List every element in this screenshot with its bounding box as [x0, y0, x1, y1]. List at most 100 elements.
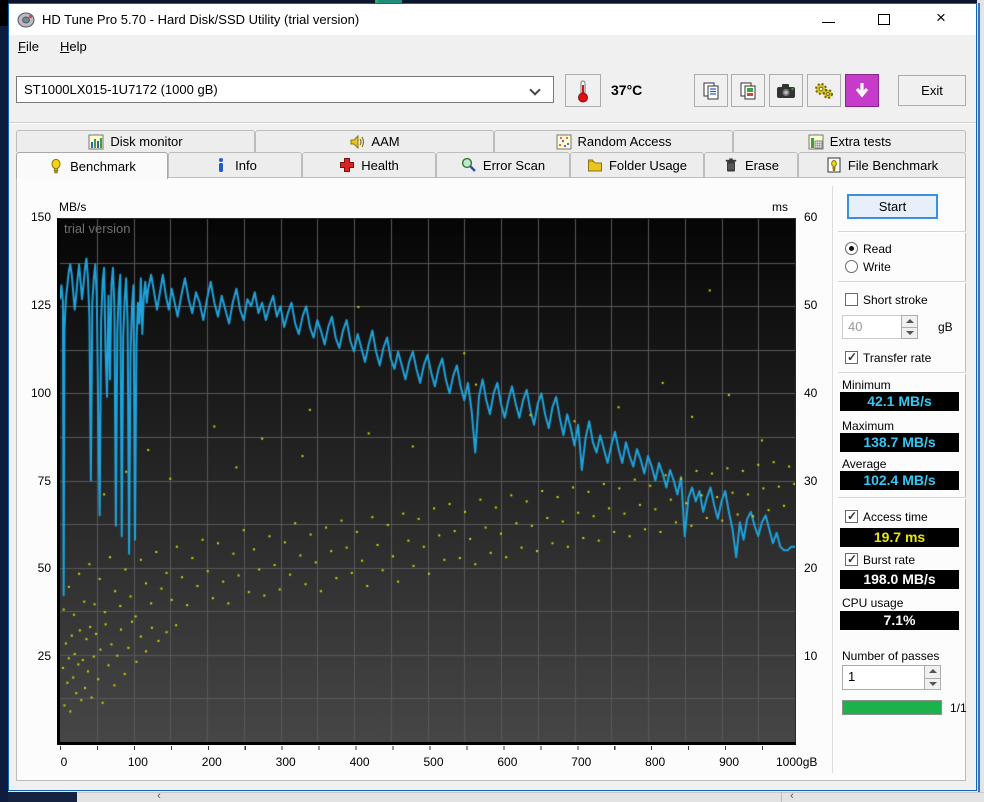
- separator: [838, 281, 966, 283]
- x-axis-ticks: [60, 746, 799, 750]
- cpu-usage-label: CPU usage: [842, 596, 903, 610]
- gears-icon: [813, 81, 835, 101]
- left-axis-unit: MB/s: [59, 200, 86, 214]
- folder-usage-icon: [587, 157, 603, 173]
- minimum-value: 42.1 MB/s: [840, 392, 959, 411]
- write-label: Write: [863, 260, 891, 274]
- tab-benchmark[interactable]: Benchmark: [16, 152, 168, 179]
- info-icon: [213, 157, 229, 173]
- x-axis-tick: 100: [111, 755, 165, 769]
- transfer-rate-checkbox[interactable]: [845, 351, 858, 364]
- x-axis-tick: 900: [702, 755, 756, 769]
- options-button[interactable]: [807, 74, 841, 107]
- file-benchmark-icon: [826, 157, 842, 173]
- right-axis-tick: 40: [804, 386, 817, 400]
- benchmark-canvas: [60, 219, 795, 742]
- tab-disk-monitor[interactable]: Disk monitor: [16, 130, 255, 152]
- right-axis-tick: 20: [804, 561, 817, 575]
- average-label: Average: [842, 457, 886, 471]
- spin-up-icon: [925, 666, 940, 678]
- spin-up-icon: [902, 316, 917, 327]
- read-radio[interactable]: [845, 242, 858, 255]
- screenshot-button[interactable]: [769, 74, 803, 107]
- x-axis-tick: 0: [37, 755, 91, 769]
- start-button[interactable]: Start: [847, 194, 938, 219]
- minimize-icon: [822, 22, 835, 23]
- thermometer-icon: [577, 79, 589, 103]
- passes-input[interactable]: 1: [842, 665, 925, 690]
- progress-bar: [842, 700, 942, 715]
- x-axis-tick: 800: [628, 755, 682, 769]
- scroll-left-arrow-icon[interactable]: ‹: [152, 791, 166, 802]
- temperature-value: 37°C: [611, 82, 642, 98]
- right-axis-tick: 50: [804, 298, 817, 312]
- tab-info[interactable]: Info: [168, 152, 302, 177]
- background-window-border: [978, 3, 980, 802]
- panel-divider: [832, 186, 833, 773]
- menu-help[interactable]: Help: [60, 39, 87, 54]
- maximum-label: Maximum: [842, 419, 894, 433]
- right-axis-unit: ms: [772, 200, 788, 214]
- separator: [838, 372, 966, 374]
- tab-label: Folder Usage: [609, 158, 687, 173]
- access-time-checkbox[interactable]: [845, 510, 858, 523]
- left-axis-tick: 100: [17, 386, 51, 400]
- burst-rate-label: Burst rate: [863, 553, 915, 567]
- tab-aam[interactable]: AAM: [255, 130, 494, 152]
- scroll-left-arrow-icon[interactable]: ‹: [785, 791, 799, 802]
- average-value: 102.4 MB/s: [840, 471, 959, 490]
- toolbar-separator: [9, 122, 976, 124]
- minimum-label: Minimum: [842, 378, 891, 392]
- divider: [781, 792, 782, 802]
- copy-text-button[interactable]: [694, 74, 728, 107]
- spin-down-icon: [902, 327, 917, 338]
- tab-file-benchmark[interactable]: File Benchmark: [798, 152, 966, 177]
- drive-select-value: ST1000LX015-1U7172 (1000 gB): [24, 82, 218, 97]
- separator: [838, 231, 966, 233]
- background-window-left-edge: [0, 0, 8, 802]
- access-time-label: Access time: [863, 510, 928, 524]
- random-access-icon: [556, 134, 572, 150]
- write-radio[interactable]: [845, 260, 858, 273]
- gb-unit-label: gB: [938, 320, 953, 334]
- x-axis-tick: 500: [407, 755, 461, 769]
- menu-file[interactable]: File: [18, 39, 39, 54]
- cpu-usage-value: 7.1%: [840, 611, 959, 630]
- close-button[interactable]: ×: [934, 8, 948, 28]
- separator: [838, 497, 966, 499]
- access-time-value: 19.7 ms: [840, 528, 959, 547]
- left-axis-tick: 25: [17, 649, 51, 663]
- benchmark-icon: [48, 158, 64, 174]
- tab-label: Random Access: [578, 134, 672, 149]
- temperature-button[interactable]: [565, 74, 601, 107]
- burst-rate-checkbox[interactable]: [845, 553, 858, 566]
- exit-button[interactable]: Exit: [898, 75, 966, 106]
- copy-text-icon: [701, 81, 721, 101]
- disk-monitor-icon: [88, 134, 104, 150]
- tab-folder-usage[interactable]: Folder Usage: [570, 152, 704, 177]
- right-axis-tick: 10: [804, 649, 817, 663]
- tab-erase[interactable]: Erase: [704, 152, 798, 177]
- copy-image-button[interactable]: [731, 74, 765, 107]
- short-stroke-label: Short stroke: [863, 293, 928, 307]
- exit-label: Exit: [921, 83, 943, 98]
- drive-select[interactable]: ST1000LX015-1U7172 (1000 gB): [16, 76, 554, 103]
- erase-icon: [723, 157, 739, 173]
- tab-random-access[interactable]: Random Access: [494, 130, 733, 152]
- tab-extra-tests[interactable]: Extra tests: [733, 130, 966, 152]
- health-icon: [339, 157, 355, 173]
- save-results-button[interactable]: [845, 74, 879, 107]
- minimize-button[interactable]: [814, 12, 844, 28]
- tab-label: Info: [235, 158, 257, 173]
- tab-error-scan[interactable]: Error Scan: [436, 152, 570, 177]
- passes-value: 1: [848, 669, 855, 684]
- short-stroke-checkbox[interactable]: [845, 293, 858, 306]
- start-label: Start: [879, 199, 906, 214]
- tab-label: AAM: [371, 134, 399, 149]
- tab-label: Health: [361, 158, 399, 173]
- copy-image-icon: [738, 81, 758, 101]
- maximize-icon: [878, 14, 890, 25]
- passes-spinner[interactable]: [924, 665, 941, 690]
- short-stroke-value: 40: [848, 319, 862, 334]
- tab-health[interactable]: Health: [302, 152, 436, 177]
